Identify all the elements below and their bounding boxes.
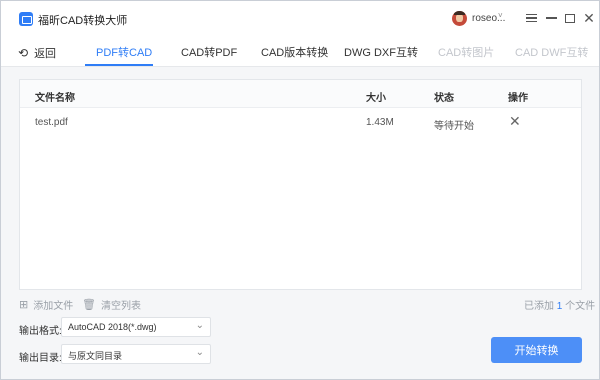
tab-pdf-to-cad[interactable]: PDF转CAD — [96, 44, 152, 60]
trash-icon: 🗑 — [82, 299, 96, 311]
add-file-icon: ⊞ — [19, 299, 29, 311]
app-title: 福昕CAD转换大师 — [38, 15, 128, 27]
output-format-label: 输出格式: — [19, 326, 62, 337]
file-size: 1.43M — [366, 117, 394, 128]
output-dir-label: 输出目录: — [19, 353, 62, 364]
file-count-value: 1 — [556, 301, 563, 312]
clear-list-label: 清空列表 — [100, 301, 141, 312]
tab-bar: ⟲ 返回 PDF转CAD CAD转PDF CAD版本转换 DWG DXF互转 C… — [1, 37, 599, 67]
minimize-icon[interactable] — [543, 10, 559, 26]
table-header: 文件名称 大小 状态 操作 — [20, 80, 581, 108]
menu-icon[interactable] — [523, 10, 539, 26]
table-row: test.pdf 1.43M 等待开始 — [20, 108, 581, 136]
tab-cad-to-image[interactable]: CAD转图片 — [438, 44, 494, 60]
avatar[interactable] — [452, 11, 467, 26]
back-button[interactable]: ⟲ 返回 — [18, 45, 56, 61]
output-format-select[interactable]: AutoCAD 2018(*.dwg) ⌄ — [61, 317, 211, 337]
add-file-button[interactable]: ⊞ 添加文件 — [19, 297, 73, 312]
output-format-value: AutoCAD 2018(*.dwg) — [68, 322, 157, 332]
file-table: 文件名称 大小 状态 操作 test.pdf 1.43M 等待开始 ✕ — [19, 79, 582, 290]
chevron-down-icon: ⌄ — [195, 347, 204, 358]
remove-file-icon[interactable]: ✕ — [509, 114, 521, 128]
file-name: test.pdf — [35, 117, 68, 128]
file-count-suffix: 个文件 — [565, 301, 596, 312]
column-header-size: 大小 — [366, 93, 386, 104]
back-label: 返回 — [34, 48, 57, 60]
file-count-prefix: 已添加 — [524, 301, 554, 312]
chevron-down-icon: ⌄ — [195, 320, 204, 331]
output-dir-select[interactable]: 与原文同目录 ⌄ — [61, 344, 211, 364]
column-header-status: 状态 — [434, 93, 454, 104]
column-header-name: 文件名称 — [35, 93, 75, 104]
app-logo-icon — [19, 12, 33, 26]
tab-cad-version-convert[interactable]: CAD版本转换 — [261, 44, 328, 60]
start-convert-button[interactable]: 开始转换 — [491, 337, 582, 363]
active-tab-indicator — [85, 64, 153, 66]
tab-dwg-dxf-convert[interactable]: DWG DXF互转 — [344, 44, 418, 60]
app-window: 福昕CAD转换大师 roseo... ˅ ✕ ⟲ 返回 PDF转CAD CAD转… — [0, 0, 600, 380]
tab-cad-dwf-convert[interactable]: CAD DWF互转 — [515, 44, 588, 60]
title-bar: 福昕CAD转换大师 roseo... ˅ ✕ — [1, 1, 599, 37]
back-arrow-icon: ⟲ — [18, 46, 29, 60]
maximize-icon[interactable] — [562, 10, 578, 26]
file-status: 等待开始 — [434, 121, 474, 132]
output-dir-value: 与原文同目录 — [68, 351, 123, 361]
close-icon[interactable]: ✕ — [581, 10, 597, 26]
clear-list-button[interactable]: 🗑 清空列表 — [82, 297, 141, 312]
tab-cad-to-pdf[interactable]: CAD转PDF — [181, 44, 237, 60]
column-header-action: 操作 — [508, 93, 528, 104]
add-file-label: 添加文件 — [33, 301, 74, 312]
chevron-down-icon[interactable]: ˅ — [498, 11, 503, 20]
file-count: 已添加 1 个文件 — [524, 297, 595, 312]
